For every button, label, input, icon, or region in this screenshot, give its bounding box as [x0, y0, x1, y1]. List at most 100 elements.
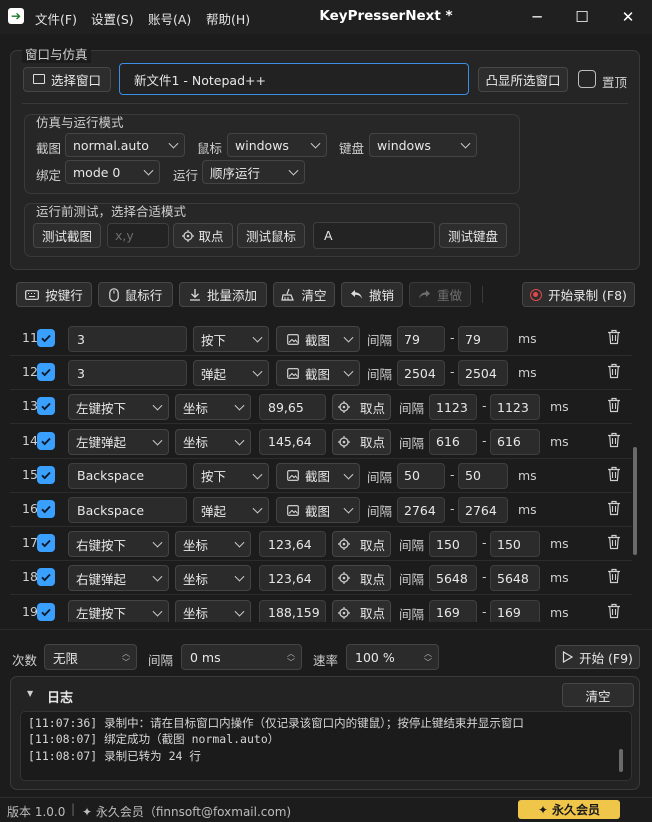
row-enable-checkbox[interactable] [37, 363, 55, 382]
interval-min-input[interactable]: 2764 [397, 497, 445, 523]
pick-point-button[interactable]: 取点 [332, 531, 391, 558]
maximize-button[interactable]: ☐ [559, 0, 605, 34]
trash-icon[interactable] [607, 397, 621, 413]
interval-max-input[interactable]: 5648 [490, 565, 540, 592]
pick-point-button[interactable]: 取点 [332, 394, 391, 421]
trash-icon[interactable] [607, 363, 621, 379]
interval-max-input[interactable]: 1123 [490, 394, 540, 421]
add-key-row-button[interactable]: 按键行 [16, 282, 92, 307]
key-input[interactable]: 3 [68, 326, 187, 352]
row-enable-checkbox[interactable] [37, 534, 55, 553]
coord-input[interactable]: 145,64 [259, 428, 326, 455]
row-mode-select[interactable]: 截图 [276, 360, 360, 387]
test-keyboard-button[interactable]: 测试键盘 [439, 223, 507, 248]
row-enable-checkbox[interactable] [37, 397, 55, 416]
keyboard-mode-select[interactable]: windows [369, 133, 477, 157]
row-enable-checkbox[interactable] [37, 329, 55, 347]
interval-min-input[interactable]: 616 [429, 428, 477, 455]
coord-input[interactable]: 89,65 [259, 394, 326, 421]
trash-icon[interactable] [607, 466, 621, 482]
interval-max-input[interactable]: 616 [490, 428, 540, 455]
bind-mode-select[interactable]: mode 0 [65, 160, 160, 184]
coord-mode-select[interactable]: 坐标 [175, 394, 251, 421]
coord-input[interactable]: 188,159 [259, 599, 326, 622]
run-mode-select[interactable]: 顺序运行 [202, 160, 305, 184]
trash-icon[interactable] [607, 432, 621, 448]
trash-icon[interactable] [607, 329, 621, 345]
trash-icon[interactable] [607, 568, 621, 584]
minimize-button[interactable]: ─ [514, 0, 560, 34]
undo-button[interactable]: 撤销 [341, 282, 403, 307]
test-mouse-button[interactable]: 测试鼠标 [237, 223, 305, 248]
mouse-action-select[interactable]: 左键按下 [68, 599, 169, 622]
record-button[interactable]: 开始录制 (F8) [522, 282, 635, 307]
pin-checkbox[interactable] [578, 70, 596, 88]
pick-point-button[interactable]: 取点 [332, 428, 391, 455]
interval-min-input[interactable]: 169 [429, 599, 477, 622]
speed-spinbox[interactable]: 100 % ︿ ﹀ [346, 644, 439, 670]
test-key-input[interactable]: A [313, 222, 435, 249]
coord-input[interactable]: 123,64 [259, 531, 326, 558]
key-input[interactable]: Backspace [68, 497, 187, 523]
interval-min-input[interactable]: 5648 [429, 565, 477, 592]
interval-max-input[interactable]: 79 [458, 326, 508, 352]
batch-add-button[interactable]: 批量添加 [179, 282, 267, 307]
start-button[interactable]: 开始 (F9) [555, 645, 640, 669]
key-action-select[interactable]: 弹起 [193, 497, 269, 523]
pick-point-button[interactable]: 取点 [332, 599, 391, 622]
key-action-select[interactable]: 按下 [193, 462, 269, 489]
row-enable-checkbox[interactable] [37, 568, 55, 587]
mouse-action-select[interactable]: 左键弹起 [68, 428, 169, 455]
redo-button[interactable]: 重做 [409, 282, 471, 307]
test-screenshot-button[interactable]: 测试截图 [33, 223, 101, 248]
interval-max-input[interactable]: 50 [458, 462, 508, 489]
clear-log-button[interactable]: 清空 [562, 683, 634, 707]
interval-max-input[interactable]: 169 [490, 599, 540, 622]
coord-mode-select[interactable]: 坐标 [175, 599, 251, 622]
collapse-icon[interactable]: ▼ [27, 689, 33, 698]
coord-mode-select[interactable]: 坐标 [175, 565, 251, 592]
highlight-window-button[interactable]: 凸显所选窗口 [478, 67, 568, 92]
add-mouse-row-button[interactable]: 鼠标行 [98, 282, 173, 307]
interval-max-input[interactable]: 2764 [458, 497, 508, 523]
close-button[interactable]: ✕ [605, 0, 651, 34]
trash-icon[interactable] [607, 603, 621, 619]
xy-input[interactable]: x,y [107, 223, 169, 248]
select-window-button[interactable]: 选择窗口 [23, 67, 111, 92]
log-scrollbar[interactable] [619, 749, 623, 772]
clear-rows-button[interactable]: 清空 [273, 282, 335, 307]
vip-badge[interactable]: ✦ 永久会员 [518, 800, 620, 819]
interval-min-input[interactable]: 1123 [429, 394, 477, 421]
interval-max-input[interactable]: 150 [490, 531, 540, 558]
coord-mode-select[interactable]: 坐标 [175, 531, 251, 558]
key-input[interactable]: 3 [68, 360, 187, 387]
pick-point-button[interactable]: 取点 [173, 223, 233, 248]
mouse-action-select[interactable]: 右键弹起 [68, 565, 169, 592]
interval-min-input[interactable]: 50 [397, 462, 445, 489]
interval-min-input[interactable]: 150 [429, 531, 477, 558]
coord-mode-select[interactable]: 坐标 [175, 428, 251, 455]
pick-point-button[interactable]: 取点 [332, 565, 391, 592]
key-action-select[interactable]: 按下 [193, 326, 269, 352]
row-enable-checkbox[interactable] [37, 431, 55, 450]
target-window-field[interactable]: 新文件1 - Notepad++ [119, 63, 469, 95]
mouse-action-select[interactable]: 右键按下 [68, 531, 169, 558]
row-mode-select[interactable]: 截图 [276, 497, 360, 523]
row-enable-checkbox[interactable] [37, 500, 55, 518]
row-enable-checkbox[interactable] [37, 602, 55, 621]
mouse-action-select[interactable]: 左键按下 [68, 394, 169, 421]
interval-min-input[interactable]: 79 [397, 326, 445, 352]
trash-icon[interactable] [607, 534, 621, 550]
coord-input[interactable]: 123,64 [259, 565, 326, 592]
interval-max-input[interactable]: 2504 [458, 360, 508, 387]
mouse-mode-select[interactable]: windows [227, 133, 327, 157]
row-mode-select[interactable]: 截图 [276, 326, 360, 352]
key-action-select[interactable]: 弹起 [193, 360, 269, 387]
interval-min-input[interactable]: 2504 [397, 360, 445, 387]
row-enable-checkbox[interactable] [37, 465, 55, 484]
key-input[interactable]: Backspace [68, 462, 187, 489]
list-scrollbar[interactable] [633, 447, 637, 555]
row-mode-select[interactable]: 截图 [276, 462, 360, 489]
loop-interval-spinbox[interactable]: 0 ms ︿ ﹀ [181, 644, 302, 670]
screenshot-mode-select[interactable]: normal.auto [65, 133, 185, 157]
